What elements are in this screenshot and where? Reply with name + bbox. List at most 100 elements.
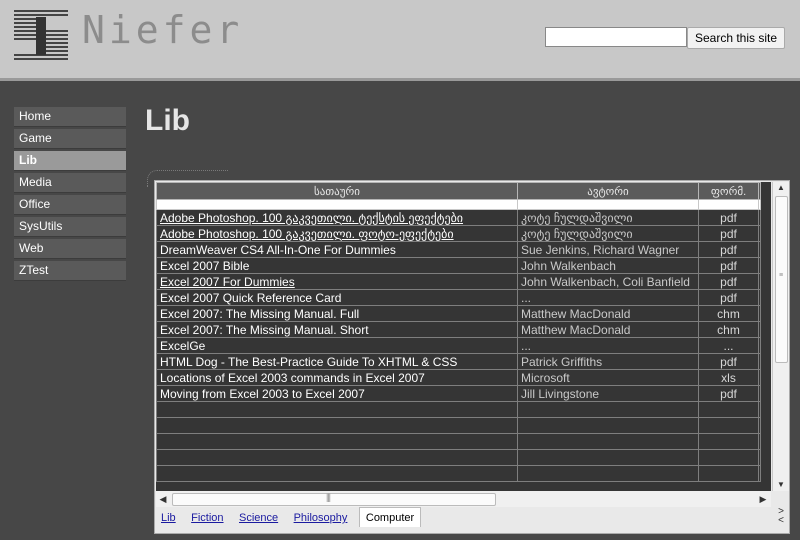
cell-format: pdf [698, 273, 759, 290]
cell-author: Microsoft [517, 369, 699, 386]
cell-author: Matthew MacDonald [517, 321, 699, 338]
table-row[interactable]: Excel 2007 For Dummies John Walkenbach, C… [156, 273, 761, 290]
cell-author: Sue Jenkins, Richard Wagner [517, 241, 699, 258]
sidebar-item-game[interactable]: Game [14, 129, 126, 149]
tab-computer[interactable]: Computer [358, 507, 422, 527]
sidebar-item-sysutils[interactable]: SysUtils [14, 217, 126, 237]
table-row[interactable]: Excel 2007 Bible John Walkenbach pdf [156, 257, 761, 274]
category-tabs: Lib Fiction Science Philosophy Computer [161, 507, 432, 529]
cell-title: Excel 2007 Bible [156, 257, 518, 274]
cell-author: ... [517, 337, 699, 354]
cell-empty [758, 449, 761, 466]
site-header: Niefer Search this site [0, 0, 800, 81]
table-row[interactable]: HTML Dog - The Best-Practice Guide To XH… [156, 353, 761, 370]
cell-author: Jill Livingstone [517, 385, 699, 402]
cell-empty [156, 417, 518, 434]
cell-empty [517, 449, 699, 466]
cell-extra [758, 353, 761, 370]
table-row-empty [156, 401, 761, 418]
scroll-down-arrow-icon[interactable]: ▼ [773, 479, 789, 491]
scroll-left-arrow-icon[interactable]: ◀ [156, 491, 170, 507]
sidebar-item-ztest[interactable]: ZTest [14, 261, 126, 281]
cell-empty [156, 401, 518, 418]
cell-title: Excel 2007: The Missing Manual. Short [156, 321, 518, 338]
sidebar-item-lib[interactable]: Lib [14, 151, 126, 171]
vertical-scrollbar[interactable]: ▲ ≡ ▼ [772, 182, 789, 491]
cell-format: pdf [698, 241, 759, 258]
sidebar-item-web[interactable]: Web [14, 239, 126, 259]
cell-empty [517, 465, 699, 482]
cell-extra [758, 289, 761, 306]
column-header-extra [758, 182, 761, 200]
table-row[interactable]: Moving from Excel 2003 to Excel 2007 Jill… [156, 385, 761, 402]
horizontal-grip-icon: ||| [326, 492, 331, 502]
book-link[interactable]: Excel 2007 For Dummies [160, 275, 295, 289]
cell-extra [758, 337, 761, 354]
vertical-scroll-thumb[interactable] [775, 196, 788, 363]
table-row[interactable]: DreamWeaver CS4 All-In-One For Dummies Su… [156, 241, 761, 258]
cell-author: კოტე ჩულდაშვილი [517, 209, 699, 226]
book-link[interactable]: Adobe Photoshop. 100 გაკვეთილი. ფოტო-ეფე… [160, 227, 454, 241]
cell-title: Moving from Excel 2003 to Excel 2007 [156, 385, 518, 402]
book-link[interactable]: Adobe Photoshop. 100 გაკვეთილი. ტექსტის … [160, 211, 463, 225]
cell-empty [698, 417, 759, 434]
table-row[interactable]: ExcelGe...... [156, 337, 761, 354]
tab-science[interactable]: Science [239, 507, 278, 524]
tab-prev-icon[interactable]: < [775, 516, 787, 526]
tab-fiction[interactable]: Fiction [191, 507, 223, 524]
cell-extra [758, 257, 761, 274]
table-row[interactable]: Adobe Photoshop. 100 გაკვეთილი. ფოტო-ეფე… [156, 225, 761, 242]
tab-philosophy[interactable]: Philosophy [294, 507, 348, 524]
cell-format: pdf [698, 385, 759, 402]
table-row[interactable]: Adobe Photoshop. 100 გაკვეთილი. ტექსტის … [156, 209, 761, 226]
search-button[interactable]: Search this site [687, 27, 785, 49]
cell-format: chm [698, 321, 759, 338]
cell-title: ExcelGe [156, 337, 518, 354]
cell-extra [758, 225, 761, 242]
cell-empty [698, 449, 759, 466]
cell-title[interactable]: Adobe Photoshop. 100 გაკვეთილი. ფოტო-ეფე… [156, 225, 518, 242]
column-header-title[interactable]: სათაური [156, 182, 518, 200]
cell-format: xls [698, 369, 759, 386]
site-logo-text: Niefer [82, 8, 244, 52]
scroll-right-arrow-icon[interactable]: ▶ [756, 491, 770, 507]
table-row[interactable]: Excel 2007 Quick Reference Card... pdf [156, 289, 761, 306]
cell-extra [758, 385, 761, 402]
horizontal-scrollbar[interactable]: ◀ ||| ▶ [156, 491, 771, 507]
cell-format: pdf [698, 257, 759, 274]
column-header-author[interactable]: ავტორი [517, 182, 699, 200]
book-table: სათაური ავტორი ფორმ. Adobe Photoshop. 10… [156, 182, 761, 482]
horizontal-scroll-thumb[interactable] [172, 493, 496, 506]
cell-extra [758, 273, 761, 290]
cell-format: ... [698, 337, 759, 354]
table-row[interactable]: Excel 2007: The Missing Manual. Full Matt… [156, 305, 761, 322]
cell-empty [758, 433, 761, 450]
search-input[interactable] [545, 27, 687, 47]
cell-title: HTML Dog - The Best-Practice Guide To XH… [156, 353, 518, 370]
cell-title[interactable]: Excel 2007 For Dummies [156, 273, 518, 290]
cell-format: pdf [698, 289, 759, 306]
table-row[interactable]: Excel 2007: The Missing Manual. Short Mat… [156, 321, 761, 338]
sidebar-item-office[interactable]: Office [14, 195, 126, 215]
cell-empty [517, 433, 699, 450]
cell-empty [698, 401, 759, 418]
cell-empty [758, 465, 761, 482]
cell-extra [758, 369, 761, 386]
cell-extra [758, 305, 761, 322]
column-header-format[interactable]: ფორმ. [698, 182, 759, 200]
cell-extra [758, 209, 761, 226]
table-row[interactable]: Locations of Excel 2003 commands in Exce… [156, 369, 761, 386]
cell-author: ... [517, 289, 699, 306]
table-row-empty [156, 433, 761, 450]
cell-title[interactable]: Adobe Photoshop. 100 გაკვეთილი. ტექსტის … [156, 209, 518, 226]
sidebar-item-home[interactable]: Home [14, 107, 126, 127]
cell-format: pdf [698, 225, 759, 242]
scroll-up-arrow-icon[interactable]: ▲ [773, 182, 789, 194]
tab-lib[interactable]: Lib [161, 507, 176, 524]
book-table-area: სათაური ავტორი ფორმ. Adobe Photoshop. 10… [156, 182, 771, 491]
scroll-grip-icon: ≡ [778, 272, 784, 279]
page-title: Lib [145, 104, 190, 137]
cell-author: კოტე ჩულდაშვილი [517, 225, 699, 242]
cell-empty [156, 433, 518, 450]
sidebar-item-media[interactable]: Media [14, 173, 126, 193]
